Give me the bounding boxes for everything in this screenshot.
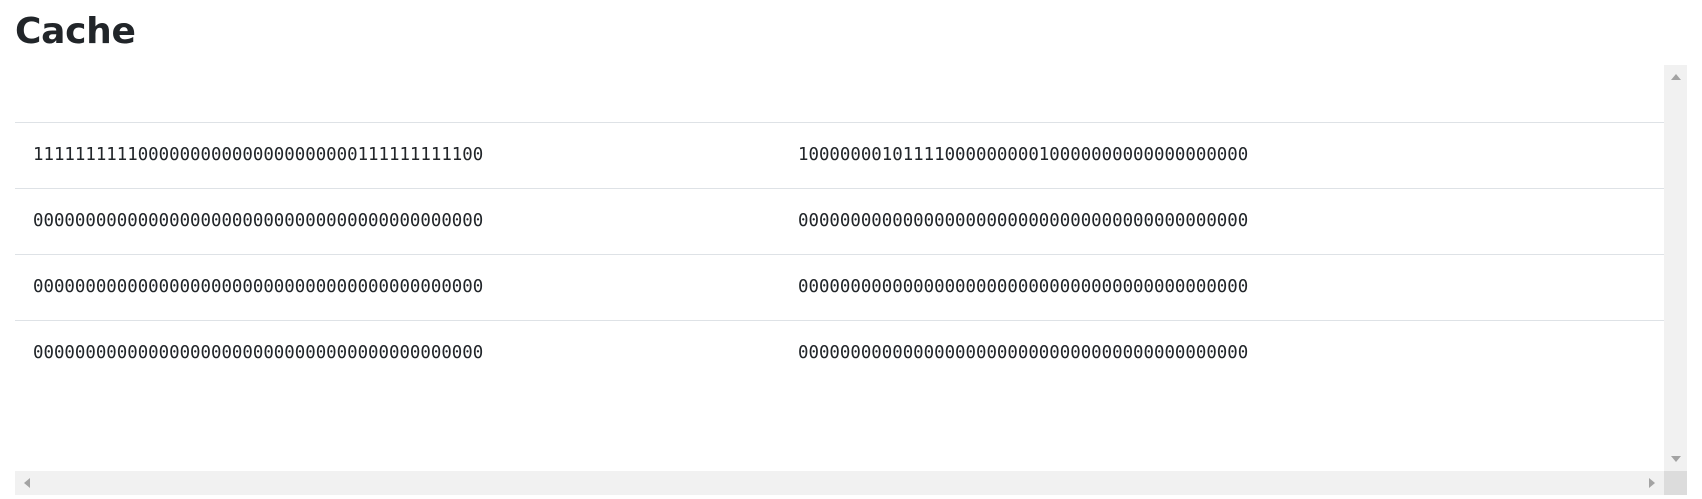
scroll-up-arrow-icon[interactable]: [1671, 74, 1681, 80]
cache-table: 1111111111000000000000000000000111111111…: [15, 65, 1664, 386]
scroll-left-arrow-icon[interactable]: [24, 478, 30, 488]
table-header-cell: [780, 65, 1664, 122]
table-row: 1111111111000000000000000000000111111111…: [15, 122, 1664, 188]
vertical-scrollbar[interactable]: [1664, 65, 1687, 471]
table-header-row: [15, 65, 1664, 122]
table-cell: 0000000000000000000000000000000000000000…: [33, 277, 484, 297]
horizontal-scrollbar[interactable]: [15, 471, 1664, 495]
cache-scroll-container[interactable]: 1111111111000000000000000000000111111111…: [15, 65, 1687, 495]
table-cell: 0000000000000000000000000000000000000000…: [33, 343, 484, 364]
table-row: 0000000000000000000000000000000000000000…: [15, 188, 1664, 254]
cache-table-body: 1111111111000000000000000000000111111111…: [15, 122, 1664, 386]
table-row: 0000000000000000000000000000000000000000…: [15, 254, 1664, 320]
cache-table-header: [15, 65, 1664, 122]
scrollbar-corner: [1664, 471, 1687, 495]
scroll-right-arrow-icon[interactable]: [1649, 478, 1655, 488]
table-header-cell: [15, 65, 780, 122]
table-cell: 0000000000000000000000000000000000000000…: [798, 277, 1249, 297]
table-cell: 0000000000000000000000000000000000000000…: [798, 211, 1249, 231]
table-cell: 0000000000000000000000000000000000000000…: [798, 343, 1249, 364]
page-title: Cache: [15, 11, 136, 52]
table-cell: 1000000010111100000000010000000000000000…: [798, 145, 1249, 165]
scroll-down-arrow-icon[interactable]: [1671, 456, 1681, 462]
table-cell: 1111111111000000000000000000000111111111…: [33, 145, 484, 165]
cache-table-viewport: 1111111111000000000000000000000111111111…: [15, 65, 1664, 471]
table-row: 0000000000000000000000000000000000000000…: [15, 320, 1664, 386]
table-cell: 0000000000000000000000000000000000000000…: [33, 211, 484, 231]
